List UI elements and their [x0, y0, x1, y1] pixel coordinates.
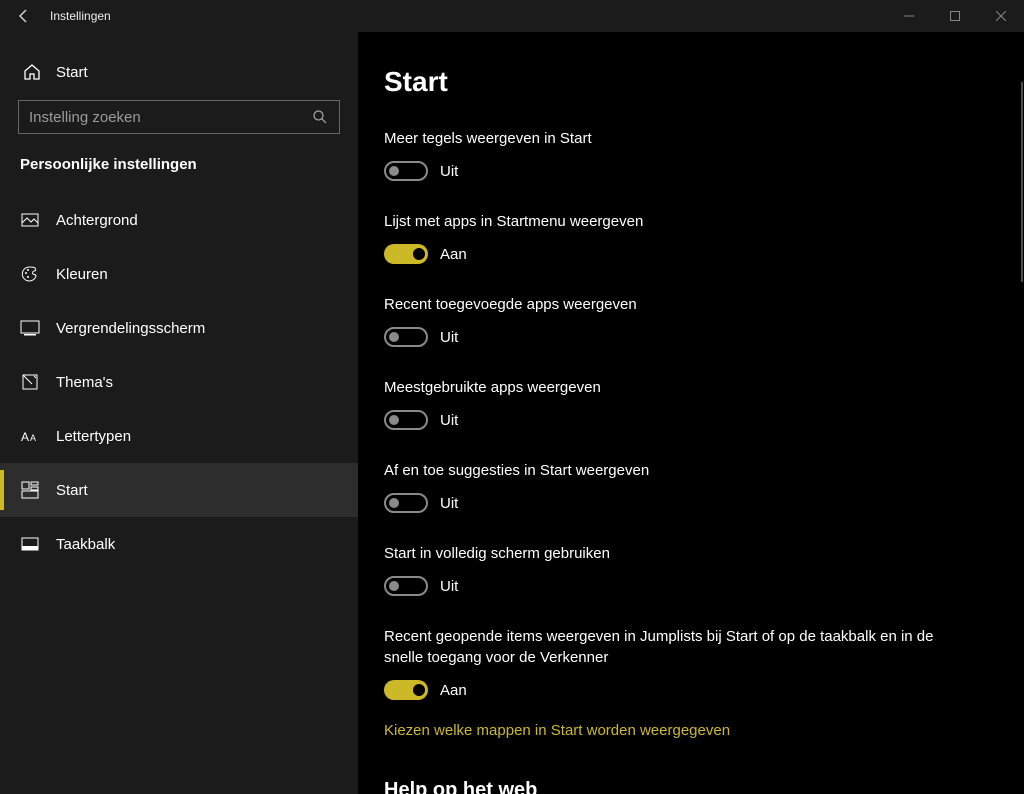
category-title: Persoonlijke instellingen	[0, 156, 358, 193]
search-box[interactable]	[18, 100, 340, 134]
toggle-state-label: Uit	[440, 495, 458, 512]
sidebar-item-label: Taakbalk	[56, 536, 115, 553]
sidebar-item-label: Lettertypen	[56, 428, 131, 445]
toggle-recent-apps[interactable]	[384, 327, 428, 347]
toggle-knob	[413, 248, 425, 260]
toggle-row: Aan	[384, 680, 944, 700]
sidebar: Start Persoonlijke instellingen Achtergr…	[0, 32, 358, 794]
sidebar-item-lettertypen[interactable]: AA Lettertypen	[0, 409, 358, 463]
start-tiles-icon	[20, 480, 40, 500]
toggle-state-label: Aan	[440, 682, 467, 699]
toggle-state-label: Uit	[440, 578, 458, 595]
toggle-knob	[389, 581, 399, 591]
svg-text:A: A	[21, 430, 29, 444]
setting-label: Recent geopende items weergeven in Jumpl…	[384, 626, 944, 668]
close-icon	[996, 11, 1006, 21]
toggle-state-label: Aan	[440, 246, 467, 263]
home-label: Start	[56, 64, 88, 81]
setting-label: Af en toe suggesties in Start weergeven	[384, 460, 944, 481]
sidebar-item-taakbalk[interactable]: Taakbalk	[0, 517, 358, 571]
arrow-left-icon	[16, 8, 32, 24]
setting-label: Start in volledig scherm gebruiken	[384, 543, 944, 564]
toggle-row: Aan	[384, 244, 944, 264]
toggle-state-label: Uit	[440, 329, 458, 346]
toggle-knob	[413, 684, 425, 696]
toggle-state-label: Uit	[440, 412, 458, 429]
setting-recent-apps: Recent toegevoegde apps weergeven Uit	[384, 294, 944, 347]
setting-suggestions: Af en toe suggesties in Start weergeven U…	[384, 460, 944, 513]
close-button[interactable]	[978, 0, 1024, 32]
toggle-row: Uit	[384, 576, 944, 596]
toggle-state-label: Uit	[440, 163, 458, 180]
search-icon	[311, 108, 329, 126]
scrollbar-thumb[interactable]	[1021, 82, 1023, 282]
home-button[interactable]: Start	[0, 52, 358, 100]
toggle-recent-jumplist[interactable]	[384, 680, 428, 700]
toggle-row: Uit	[384, 327, 944, 347]
sidebar-item-label: Thema's	[56, 374, 113, 391]
sidebar-item-label: Start	[56, 482, 88, 499]
sidebar-item-themas[interactable]: Thema's	[0, 355, 358, 409]
sidebar-item-achtergrond[interactable]: Achtergrond	[0, 193, 358, 247]
taskbar-icon	[20, 534, 40, 554]
toggle-more-tiles[interactable]	[384, 161, 428, 181]
window-title: Instellingen	[50, 9, 111, 23]
minimize-button[interactable]	[886, 0, 932, 32]
settings-window: Instellingen Start	[0, 0, 1024, 794]
setting-most-used: Meestgebruikte apps weergeven Uit	[384, 377, 944, 430]
setting-label: Meer tegels weergeven in Start	[384, 128, 944, 149]
sidebar-nav: Achtergrond Kleuren Vergrendelingsscherm	[0, 193, 358, 571]
content-pane: Start Meer tegels weergeven in Start Uit L…	[358, 32, 1024, 794]
help-section-title: Help op het web	[384, 779, 1000, 794]
back-button[interactable]	[0, 0, 48, 32]
sidebar-item-label: Kleuren	[56, 266, 108, 283]
picture-icon	[20, 210, 40, 230]
font-icon: AA	[20, 426, 40, 446]
choose-folders-link[interactable]: Kiezen welke mappen in Start worden weer…	[384, 722, 1000, 739]
setting-app-list: Lijst met apps in Startmenu weergeven Aan	[384, 211, 944, 264]
setting-more-tiles: Meer tegels weergeven in Start Uit	[384, 128, 944, 181]
setting-label: Meestgebruikte apps weergeven	[384, 377, 944, 398]
title-bar: Instellingen	[0, 0, 1024, 32]
toggle-row: Uit	[384, 410, 944, 430]
setting-label: Lijst met apps in Startmenu weergeven	[384, 211, 944, 232]
toggle-knob	[389, 498, 399, 508]
minimize-icon	[904, 11, 914, 21]
home-icon	[22, 62, 42, 82]
toggle-knob	[389, 332, 399, 342]
setting-label: Recent toegevoegde apps weergeven	[384, 294, 944, 315]
sidebar-item-start[interactable]: Start	[0, 463, 358, 517]
search-input[interactable]	[29, 109, 311, 126]
window-controls	[886, 0, 1024, 32]
maximize-button[interactable]	[932, 0, 978, 32]
svg-text:A: A	[30, 433, 36, 443]
toggle-suggestions[interactable]	[384, 493, 428, 513]
sidebar-item-kleuren[interactable]: Kleuren	[0, 247, 358, 301]
lock-screen-icon	[20, 318, 40, 338]
window-body: Start Persoonlijke instellingen Achtergr…	[0, 32, 1024, 794]
palette-icon	[20, 264, 40, 284]
maximize-icon	[950, 11, 960, 21]
sidebar-item-vergrendelingsscherm[interactable]: Vergrendelingsscherm	[0, 301, 358, 355]
sidebar-item-label: Achtergrond	[56, 212, 138, 229]
toggle-knob	[389, 415, 399, 425]
sidebar-item-label: Vergrendelingsscherm	[56, 320, 205, 337]
toggle-knob	[389, 166, 399, 176]
theme-icon	[20, 372, 40, 392]
toggle-row: Uit	[384, 161, 944, 181]
page-title: Start	[384, 66, 1000, 98]
toggle-row: Uit	[384, 493, 944, 513]
toggle-most-used[interactable]	[384, 410, 428, 430]
setting-recent-jumplist: Recent geopende items weergeven in Jumpl…	[384, 626, 944, 700]
toggle-app-list[interactable]	[384, 244, 428, 264]
toggle-full-screen[interactable]	[384, 576, 428, 596]
setting-full-screen: Start in volledig scherm gebruiken Uit	[384, 543, 944, 596]
